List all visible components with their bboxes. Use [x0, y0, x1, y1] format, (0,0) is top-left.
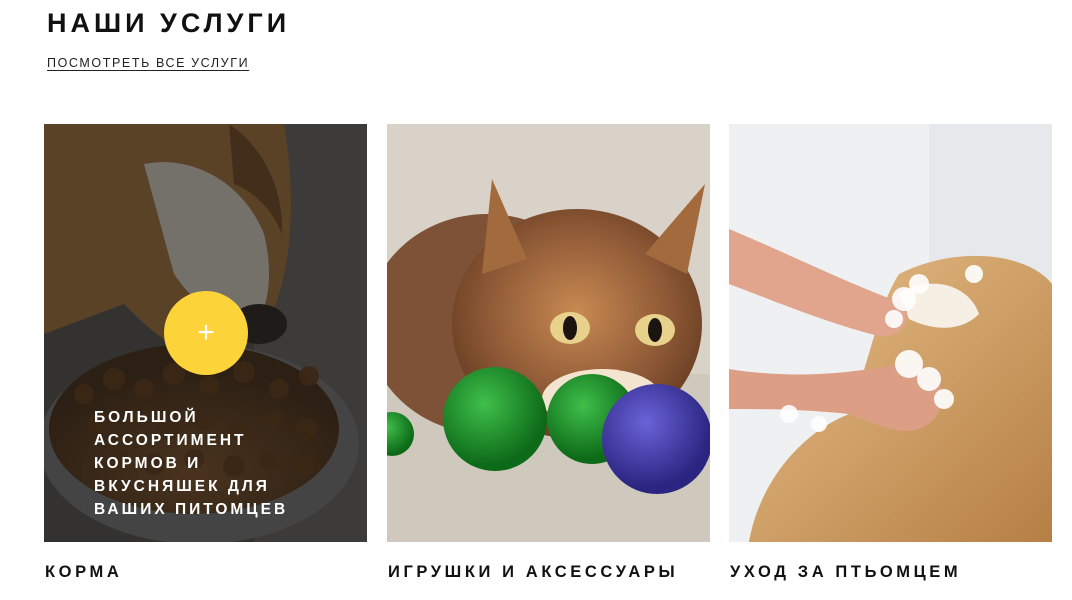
section-title: НАШИ УСЛУГИ [47, 8, 291, 38]
kitten-with-toy-balls-photo[interactable] [387, 124, 710, 542]
dog-eating-kibble-photo[interactable]: + БОЛЬШОЙ АССОРТИМЕНТ КОРМОВ И ВКУСНЯШЕК… [44, 124, 367, 542]
card-title-grooming[interactable]: УХОД ЗА ПТЬОМЦЕМ [729, 563, 1052, 582]
plus-icon: + [197, 316, 215, 349]
plus-button[interactable]: + [164, 291, 248, 375]
card-description: БОЛЬШОЙ АССОРТИМЕНТ КОРМОВ И ВКУСНЯШЕК Д… [94, 409, 289, 518]
dog-bathing-photo[interactable] [729, 124, 1052, 542]
card-title-toys[interactable]: ИГРУШКИ И АКСЕССУАРЫ [387, 563, 710, 582]
card-title-food[interactable]: КОРМА [44, 563, 367, 582]
service-card-grooming[interactable]: УХОД ЗА ПТЬОМЦЕМ [729, 124, 1052, 582]
service-card-toys[interactable]: ИГРУШКИ И АКСЕССУАРЫ [387, 124, 710, 582]
service-card-food[interactable]: + БОЛЬШОЙ АССОРТИМЕНТ КОРМОВ И ВКУСНЯШЕК… [44, 124, 367, 582]
view-all-services-link[interactable]: ПОСМОТРЕТЬ ВСЕ УСЛУГИ [47, 56, 249, 70]
